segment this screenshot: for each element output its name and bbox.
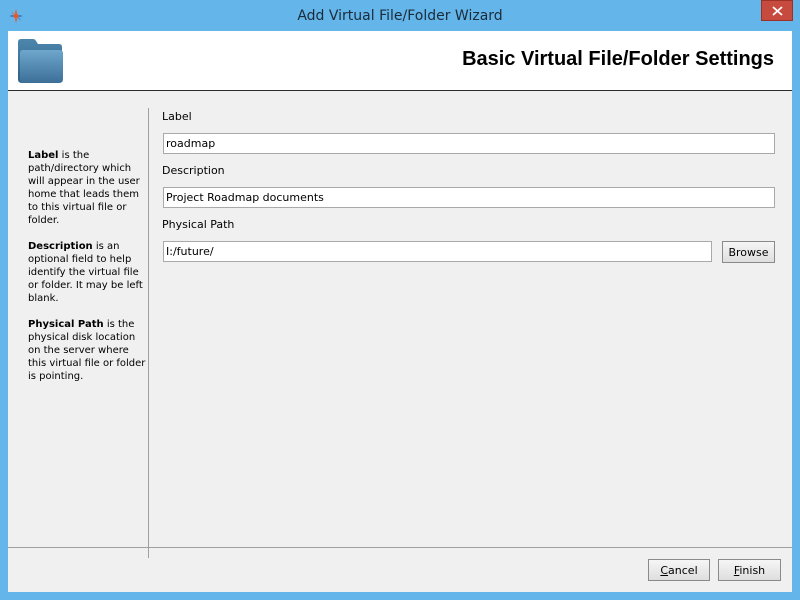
page-title: Basic Virtual File/Folder Settings — [462, 48, 774, 70]
help-label-paragraph: Label is the path/directory which will a… — [28, 149, 146, 227]
label-field-caption: Label — [162, 110, 192, 123]
wizard-window: Add Virtual File/Folder Wizard Basic Vir… — [0, 0, 800, 600]
help-label-term: Label — [28, 150, 59, 161]
help-path-paragraph: Physical Path is the physical disk locat… — [28, 318, 146, 383]
app-logo-icon — [9, 9, 23, 23]
cancel-button[interactable]: Cancel — [648, 559, 710, 581]
panel-divider — [148, 108, 149, 558]
wizard-header: Basic Virtual File/Folder Settings — [8, 31, 792, 91]
description-input[interactable] — [163, 187, 775, 208]
close-button[interactable] — [761, 0, 793, 21]
label-input[interactable] — [163, 133, 775, 154]
help-description-term: Description — [28, 241, 93, 252]
footer-divider — [8, 547, 792, 548]
browse-button[interactable]: Browse — [722, 241, 775, 263]
wizard-client-area: Basic Virtual File/Folder Settings Label… — [8, 31, 792, 592]
finish-button[interactable]: Finish — [718, 559, 781, 581]
help-path-term: Physical Path — [28, 319, 104, 330]
help-description-paragraph: Description is an optional field to help… — [28, 240, 146, 305]
help-panel: Label is the path/directory which will a… — [28, 149, 146, 396]
physical-path-field-caption: Physical Path — [162, 218, 235, 231]
help-label-text: is the path/directory which will appear … — [28, 150, 140, 226]
description-field-caption: Description — [162, 164, 225, 177]
window-title: Add Virtual File/Folder Wizard — [297, 8, 503, 24]
physical-path-input[interactable] — [163, 241, 712, 262]
close-icon — [772, 6, 783, 16]
title-bar[interactable]: Add Virtual File/Folder Wizard — [0, 0, 800, 32]
folder-icon — [18, 39, 63, 83]
